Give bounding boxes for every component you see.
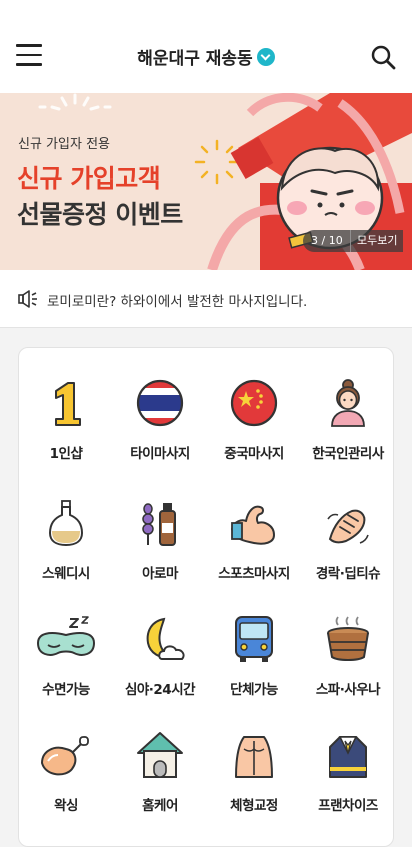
china-flag-icon — [230, 379, 278, 427]
category-label: 스포츠마사지 — [218, 566, 290, 582]
house-icon — [137, 732, 183, 778]
oil-bottle-icon — [48, 500, 84, 547]
top-app-bar: 해운대구 재송동 — [0, 0, 412, 93]
category-label: 체형교정 — [230, 798, 278, 814]
category-label: 수면가능 — [42, 682, 90, 698]
speaker-icon — [18, 290, 37, 308]
bus-icon — [235, 616, 273, 662]
lavender-bottle-icon — [142, 503, 176, 546]
moon-cloud-icon — [146, 617, 185, 660]
category-franchise[interactable]: 프랜차이즈 — [301, 700, 395, 816]
uniform-icon — [329, 736, 367, 778]
category-chinese-massage[interactable]: 중국마사지 — [207, 348, 301, 464]
category-aroma[interactable]: 아로마 — [113, 468, 207, 584]
category-label: 스웨디시 — [42, 566, 90, 582]
sauna-bucket-icon — [327, 616, 369, 661]
category-label: 심야·24시간 — [124, 682, 196, 698]
category-label: 단체가능 — [230, 682, 278, 698]
category-label: 프랜차이즈 — [318, 798, 378, 814]
banner-headline-1: 신규 가입고객 — [17, 164, 161, 193]
category-label: 경락·딥티슈 — [315, 566, 381, 582]
category-grid: 1인샵 타이마사지 중국마사지 한국인관리사 스웨디시 아로마 스포츠마사지 경… — [18, 347, 394, 847]
category-label: 한국인관리사 — [312, 446, 384, 462]
search-icon[interactable] — [370, 44, 396, 70]
location-selector[interactable]: 해운대구 재송동 — [0, 44, 412, 69]
notice-bar[interactable]: 로미로미란? 하와이에서 발전한 마사지입니다. — [0, 270, 412, 328]
category-sleep-available[interactable]: 수면가능 — [19, 584, 113, 700]
category-deep-tissue[interactable]: 경락·딥티슈 — [301, 468, 395, 584]
category-label: 왁싱 — [54, 798, 78, 814]
massage-hand-icon — [327, 509, 369, 544]
category-home-care[interactable]: 홈케어 — [113, 700, 207, 816]
category-thai-massage[interactable]: 타이마사지 — [113, 348, 207, 464]
category-spa-sauna[interactable]: 스파·사우나 — [301, 584, 395, 700]
category-label: 1인샵 — [49, 446, 83, 462]
chevron-down-icon — [256, 47, 275, 66]
category-label: 홈케어 — [142, 798, 178, 814]
category-sports-massage[interactable]: 스포츠마사지 — [207, 468, 301, 584]
chicken-leg-icon — [40, 736, 89, 776]
promo-banner[interactable]: 신규 가입자 전용 신규 가입고객 선물증정 이벤트 3 / 10 모두보기 — [0, 93, 412, 270]
number-one-icon — [55, 382, 81, 426]
category-group-available[interactable]: 단체가능 — [207, 584, 301, 700]
banner-subtitle: 신규 가입자 전용 — [18, 137, 110, 152]
location-title: 해운대구 재송동 — [137, 49, 253, 69]
category-label: 타이마사지 — [130, 446, 190, 462]
category-korean-therapist[interactable]: 한국인관리사 — [301, 348, 395, 464]
category-label: 아로마 — [142, 566, 178, 582]
sleep-mask-icon — [36, 616, 96, 656]
banner-page-counter: 3 / 10 — [303, 230, 351, 252]
banner-headline-2: 선물증정 이벤트 — [17, 200, 183, 229]
notice-text: 로미로미란? 하와이에서 발전한 마사지입니다. — [47, 294, 308, 310]
category-waxing[interactable]: 왁싱 — [19, 700, 113, 816]
torso-icon — [235, 736, 273, 778]
category-late-night-24h[interactable]: 심야·24시간 — [113, 584, 207, 700]
category-label: 스파·사우나 — [315, 682, 381, 698]
category-posture-correction[interactable]: 체형교정 — [207, 700, 301, 816]
thai-flag-icon — [136, 379, 184, 427]
category-swedish[interactable]: 스웨디시 — [19, 468, 113, 584]
muscle-arm-icon — [231, 505, 275, 545]
category-label: 중국마사지 — [224, 446, 284, 462]
category-1in-shop[interactable]: 1인샵 — [19, 348, 113, 464]
woman-therapist-icon — [331, 379, 365, 427]
view-all-button[interactable]: 모두보기 — [350, 230, 404, 252]
